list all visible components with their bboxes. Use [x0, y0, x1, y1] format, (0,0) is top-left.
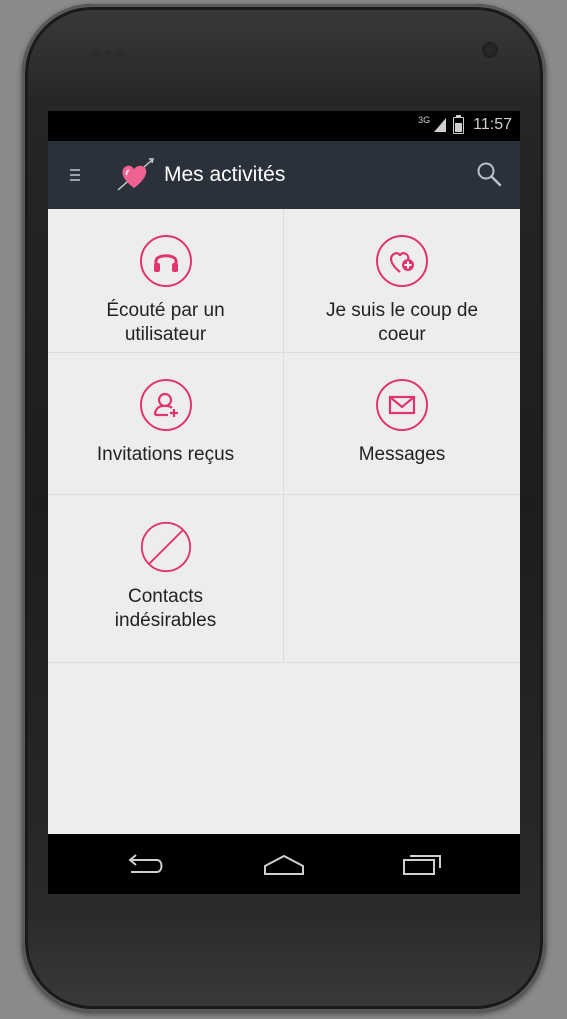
search-icon[interactable] — [476, 161, 502, 187]
network-type: 3G — [418, 115, 431, 125]
home-icon[interactable] — [262, 850, 306, 878]
headphones-icon — [139, 235, 192, 287]
back-icon[interactable] — [123, 850, 167, 878]
tile-invitations[interactable]: Invitations reçus — [48, 353, 284, 494]
app-logo-icon[interactable] — [116, 158, 154, 192]
envelope-icon — [376, 379, 428, 431]
tile-label: Messages — [358, 444, 446, 465]
tile-messages[interactable]: Messages — [284, 353, 520, 494]
menu-icon[interactable] — [70, 169, 80, 181]
page-title: Mes activités — [164, 163, 286, 186]
speaker-grille — [92, 44, 132, 57]
battery-icon — [453, 114, 465, 134]
status-bar: 3G 11:57 — [48, 111, 520, 141]
tile-crush[interactable]: Je suis le coup de coeur — [284, 209, 520, 352]
tile-blocked-contacts[interactable]: Contacts indésirables — [48, 495, 284, 662]
recents-icon[interactable] — [400, 850, 444, 878]
action-bar: Mes activités — [48, 141, 520, 209]
signal-icon — [434, 118, 447, 132]
tile-label: Invitations reçus — [96, 444, 235, 465]
tile-label: Écouté par un utilisateur — [106, 300, 225, 345]
user-add-icon — [139, 379, 192, 431]
tile-listened-by-user[interactable]: Écouté par un utilisateur — [48, 209, 284, 352]
activities-grid: Écouté par un utilisateur Je suis le cou… — [48, 209, 520, 663]
tile-label: Je suis le coup de coeur — [325, 300, 479, 345]
block-icon — [140, 521, 192, 573]
empty-cell — [284, 495, 520, 662]
navigation-bar — [48, 834, 520, 894]
tile-label: Contacts indésirables — [114, 586, 217, 631]
status-time: 11:57 — [473, 116, 512, 133]
front-camera — [484, 44, 496, 56]
heart-plus-icon — [376, 235, 428, 287]
screen: 3G 11:57 Mes activités Écouté par un uti… — [48, 111, 520, 893]
